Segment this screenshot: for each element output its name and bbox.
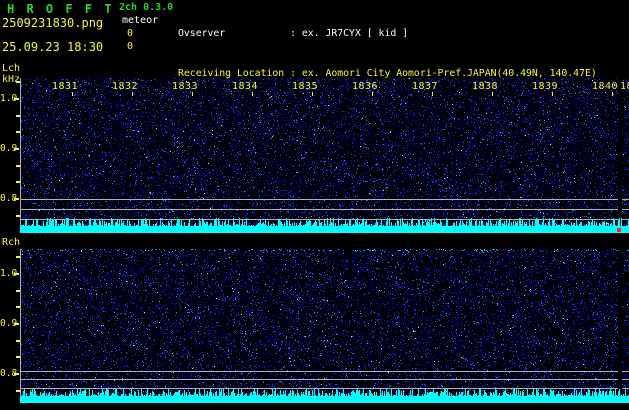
mode-label: meteor: [122, 15, 159, 26]
freq-tick-label: 0.9: [0, 318, 18, 329]
app-version: 2ch 0.3.0: [119, 2, 174, 13]
time-tick-label: 1831: [51, 81, 79, 92]
freq-minor-tick: [16, 390, 20, 392]
rch-frequency-axis: 1.0 0.9 0.8: [0, 249, 20, 403]
freq-minor-tick: [16, 290, 20, 292]
freq-major-tick: [14, 323, 19, 325]
freq-tick-label: 1.0: [0, 268, 18, 279]
time-tick: [312, 92, 313, 96]
freq-minor-tick: [16, 115, 20, 117]
rch-spectrogram-canvas: [20, 249, 629, 403]
datetime-label: 25.09.23 18:30: [2, 40, 104, 54]
time-tick-label: 1832: [111, 81, 139, 92]
freq-minor-tick: [16, 256, 20, 258]
time-tick-label-partial: 18: [620, 81, 629, 92]
time-tick-label: 1838: [471, 81, 499, 92]
freq-tick-label: 0.8: [0, 368, 18, 379]
meteor-count-top: 0: [127, 28, 134, 39]
time-tick: [552, 92, 553, 96]
time-tick: [612, 92, 613, 96]
app-title: H R O F F T: [7, 2, 114, 16]
time-tick-label: 1833: [171, 81, 199, 92]
freq-tick-label: 0.8: [0, 193, 18, 204]
freq-minor-tick: [16, 340, 20, 342]
freq-minor-tick: [16, 306, 20, 308]
time-tick-label: 1834: [231, 81, 259, 92]
time-tick-label: 1835: [291, 81, 319, 92]
freq-tick-label: 0.9: [0, 143, 18, 154]
time-tick: [72, 92, 73, 96]
freq-tick-label: 1.0: [0, 93, 18, 104]
time-tick: [132, 92, 133, 96]
time-tick: [492, 92, 493, 96]
time-tick: [432, 92, 433, 96]
time-tick-label: 1837: [411, 81, 439, 92]
lch-frequency-axis: 1.0 0.9 0.8: [0, 78, 20, 233]
freq-minor-tick: [16, 165, 20, 167]
time-tick-label: 1839: [531, 81, 559, 92]
freq-minor-tick: [16, 356, 20, 358]
time-tick: [252, 92, 253, 96]
time-tick: [372, 92, 373, 96]
freq-major-tick: [14, 373, 19, 375]
observer-line: Ovserver : ex. JR7CYX [ kid ]: [178, 28, 409, 40]
lch-label: Lch: [2, 63, 21, 74]
output-filename: 2509231830.png: [2, 16, 104, 30]
time-tick-label: 1840: [591, 81, 619, 92]
freq-minor-tick: [16, 215, 20, 217]
freq-minor-tick: [16, 181, 20, 183]
lch-spectrogram-canvas: [20, 78, 629, 233]
freq-major-tick: [14, 148, 19, 150]
meteor-count-bottom: 0: [127, 41, 134, 52]
freq-major-tick: [14, 98, 19, 100]
time-tick: [192, 92, 193, 96]
lch-spectrogram-panel: [20, 78, 629, 233]
time-tick-label: 1836: [351, 81, 379, 92]
freq-minor-tick: [16, 131, 20, 133]
freq-major-tick: [14, 273, 19, 275]
rch-spectrogram-panel: [20, 249, 629, 403]
freq-major-tick: [14, 198, 19, 200]
time-axis-row: 1831 1832 1833 1834 1835 1836 1837 1838 1839 1840…: [20, 78, 629, 98]
rch-label: Rch: [2, 237, 21, 248]
hrofft-window: H R O F F T 2509231830.png 25.09.23 18:3…: [0, 0, 629, 410]
